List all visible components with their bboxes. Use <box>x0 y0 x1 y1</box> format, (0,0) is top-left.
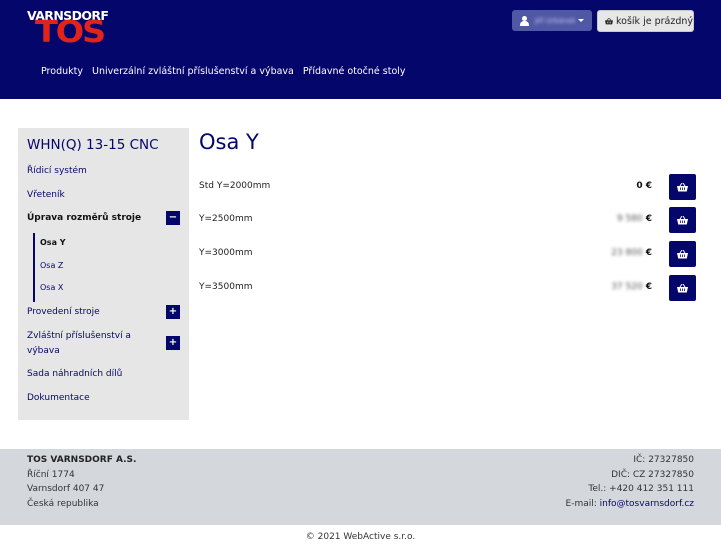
footer-ic: IČ: 27327850 <box>633 455 694 465</box>
basket-icon <box>677 283 688 292</box>
sidebar-title[interactable]: WHN(Q) 13-15 CNC <box>27 137 159 153</box>
footer-email-row: E-mail: info@tosvarnsdorf.cz <box>566 499 694 509</box>
product-name: Std Y=2000mm <box>199 181 271 191</box>
footer-email-label: E-mail: <box>565 499 597 509</box>
product-row: Y=2500mm 9 580 € <box>199 207 696 233</box>
add-to-cart-button[interactable] <box>669 275 696 301</box>
footer-address-street: Říční 1774 <box>27 470 75 480</box>
site-footer: TOS VARNSDORF A.S. Říční 1774 Varnsdorf … <box>0 449 721 525</box>
product-name: Y=3500mm <box>199 282 253 292</box>
product-name: Y=3000mm <box>199 248 253 258</box>
product-price: 9 580 € <box>616 214 652 224</box>
product-row: Std Y=2000mm 0 € <box>199 174 696 200</box>
page-title: Osa Y <box>199 130 259 154</box>
basket-icon <box>605 17 613 24</box>
footer-phone: Tel.: +420 412 351 111 <box>588 484 694 494</box>
footer-dic: DIČ: CZ 27327850 <box>611 470 694 480</box>
product-price: 23 800 € <box>611 248 652 258</box>
cart-button[interactable]: košík je prázdný <box>597 10 694 32</box>
basket-icon <box>677 249 688 258</box>
add-to-cart-button[interactable] <box>669 207 696 233</box>
tos-varnsdorf-logo[interactable]: VARNSDORF TOS <box>27 9 119 50</box>
sidebar-item-vretenik[interactable]: Vřeteník <box>27 190 65 200</box>
sidebar-subitem-osa-x[interactable]: Osa X <box>40 283 63 292</box>
caret-down-icon <box>578 19 584 22</box>
site-header: VARNSDORF TOS Jiří Urbánek košík je práz… <box>0 0 721 99</box>
footer-company-name: TOS VARNSDORF A.S. <box>27 455 137 465</box>
sidebar-item-zvlastni-prislusenstvi[interactable]: Zvláštní příslušenství a výbava <box>27 329 145 359</box>
product-row: Y=3000mm 23 800 € <box>199 241 696 267</box>
sidebar-item-dokumentace[interactable]: Dokumentace <box>27 393 90 403</box>
expand-toggle-zvlastni[interactable]: + <box>166 336 180 350</box>
nav-item-prislusenstvi[interactable]: Univerzální zvláštní příslušenství a výb… <box>92 66 294 77</box>
logo-mark: TOS <box>35 15 106 50</box>
nav-item-produkty[interactable]: Produkty <box>41 66 83 77</box>
sidebar-item-nahradni-dily[interactable]: Sada náhradních dílů <box>27 369 122 379</box>
product-row: Y=3500mm 37 520 € <box>199 275 696 301</box>
nav-item-otocne-stoly[interactable]: Přídavné otočné stoly <box>303 66 406 77</box>
copyright-notice: © 2021 WebActive s.r.o. <box>305 532 416 542</box>
main-nav: Produkty Univerzální zvláštní příslušens… <box>41 66 415 77</box>
expand-toggle-provedeni[interactable]: + <box>166 305 180 319</box>
user-menu-button[interactable]: Jiří Urbánek <box>512 10 592 31</box>
collapse-toggle-uprava[interactable]: − <box>166 211 180 225</box>
product-price: 37 520 € <box>611 282 652 292</box>
footer-address-country: Česká republika <box>27 499 99 509</box>
sidebar-subitem-osa-z[interactable]: Osa Z <box>40 261 63 270</box>
user-icon <box>520 15 529 26</box>
basket-icon <box>677 182 688 191</box>
product-price: 0 € <box>636 181 652 191</box>
product-name: Y=2500mm <box>199 214 253 224</box>
sidebar-subitem-osa-y[interactable]: Osa Y <box>40 238 66 247</box>
cart-status-label: košík je prázdný <box>615 15 693 27</box>
sidebar-item-provedeni[interactable]: Provedení stroje <box>27 307 100 317</box>
sidebar-item-uprava-rozmeru[interactable]: Úprava rozměrů stroje <box>27 213 141 223</box>
submenu-indicator <box>33 233 35 302</box>
add-to-cart-button[interactable] <box>669 241 696 267</box>
category-sidebar: WHN(Q) 13-15 CNC Řídicí systém Vřeteník … <box>18 128 189 420</box>
footer-address-city: Varnsdorf 407 47 <box>27 484 105 494</box>
basket-icon <box>677 215 688 224</box>
user-name: Jiří Urbánek <box>535 16 576 25</box>
add-to-cart-button[interactable] <box>669 174 696 200</box>
sidebar-item-ridici-system[interactable]: Řídicí systém <box>27 166 87 176</box>
footer-email-link[interactable]: info@tosvarnsdorf.cz <box>600 499 694 509</box>
